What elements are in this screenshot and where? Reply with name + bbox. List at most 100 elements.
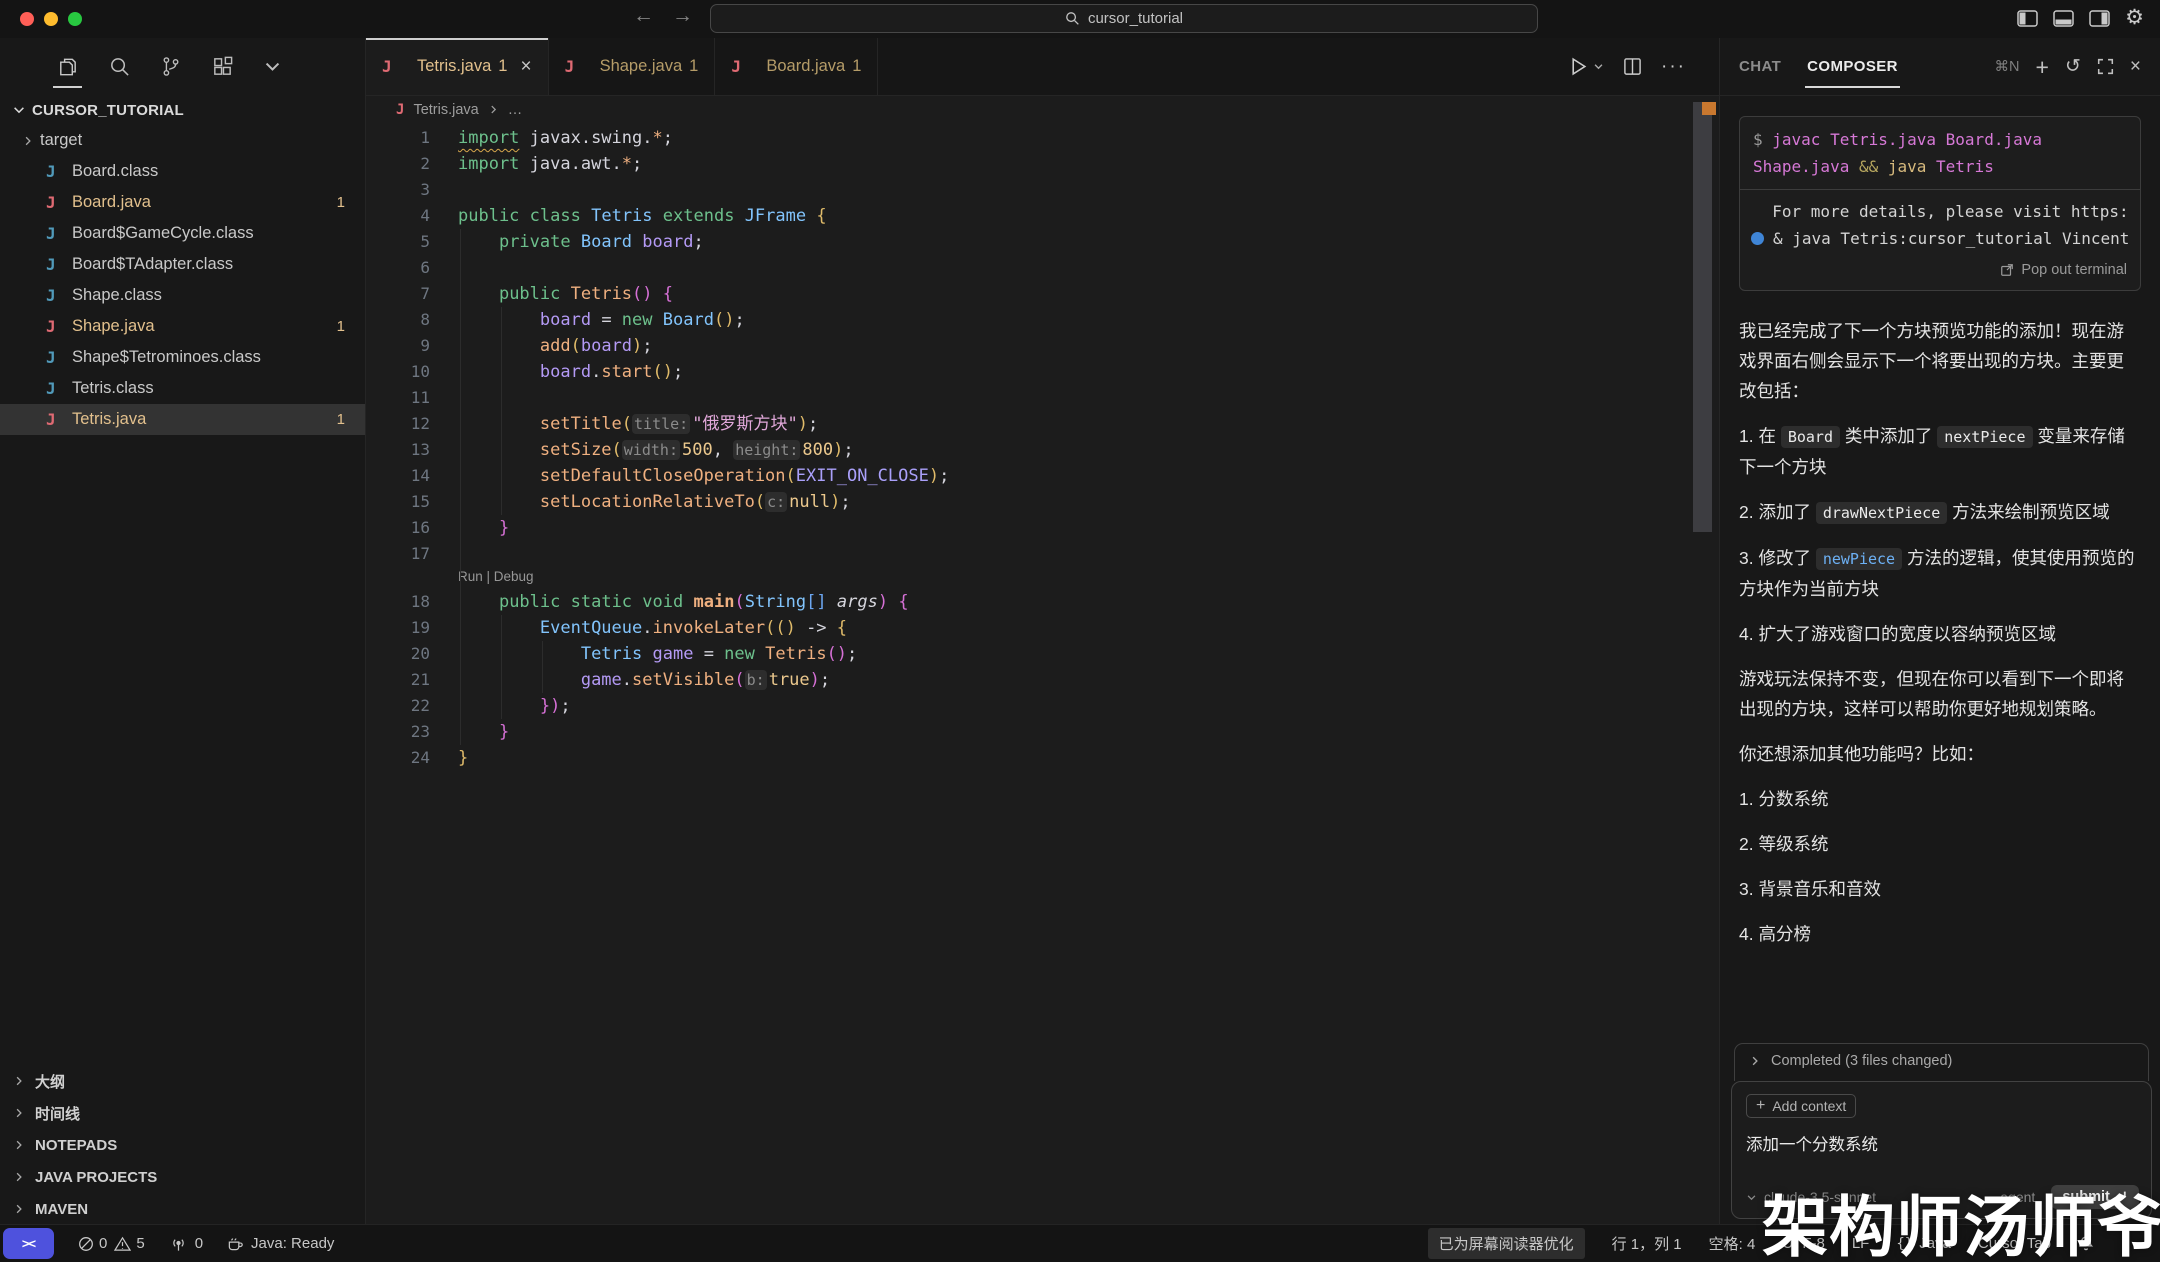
file-row-tetris-java[interactable]: JTetris.java1 <box>0 404 365 435</box>
breadcrumb-more[interactable]: … <box>508 102 523 118</box>
cursor-position[interactable]: 行 1，列 1 <box>1612 1233 1682 1254</box>
close-tab-icon[interactable]: × <box>520 56 531 78</box>
new-chat-icon[interactable]: + <box>2036 57 2049 77</box>
code-line[interactable]: 10 board.start(); <box>366 359 1720 385</box>
breadcrumb-file[interactable]: Tetris.java <box>413 102 478 118</box>
line-number: 1 <box>366 125 458 151</box>
code-line[interactable]: 11 <box>366 385 1720 411</box>
file-row-board-java[interactable]: JBoard.java1 <box>0 187 365 218</box>
code-line[interactable]: 18 public static void main(String[] args… <box>366 589 1720 615</box>
close-window-button[interactable] <box>20 12 34 26</box>
code-line[interactable]: 15 setLocationRelativeTo(c:null); <box>366 489 1720 515</box>
explorer-root[interactable]: CURSOR_TUTORIAL <box>0 95 365 125</box>
tab-modified-badge: 1 <box>852 57 861 76</box>
tab-modified-badge: 1 <box>689 57 698 76</box>
nav-forward-icon[interactable]: → <box>672 4 693 28</box>
code-line[interactable]: 14 setDefaultCloseOperation(EXIT_ON_CLOS… <box>366 463 1720 489</box>
line-number: 8 <box>366 307 458 333</box>
expand-panel-icon[interactable] <box>2097 58 2114 75</box>
code-line[interactable]: 22 }); <box>366 693 1720 719</box>
screen-reader-status[interactable]: 已为屏幕阅读器优化 <box>1428 1228 1585 1259</box>
indentation[interactable]: 空格: 4 <box>1709 1233 1756 1254</box>
sidebar-section-maven[interactable]: MAVEN <box>0 1193 365 1225</box>
source-control-icon[interactable] <box>160 55 182 78</box>
split-editor-icon[interactable] <box>1623 57 1642 76</box>
minimize-window-button[interactable] <box>44 12 58 26</box>
java-status[interactable]: Java: Ready <box>227 1235 334 1252</box>
codelens-run-debug[interactable]: Run | Debug <box>366 567 1720 589</box>
code-line[interactable]: 24} <box>366 745 1720 771</box>
code-line[interactable]: 23 } <box>366 719 1720 745</box>
code-line[interactable]: 9 add(board); <box>366 333 1720 359</box>
code-line[interactable]: 1import javax.swing.*; <box>366 125 1720 151</box>
code-line[interactable]: 5 private Board board; <box>366 229 1720 255</box>
breadcrumb[interactable]: J Tetris.java … <box>366 96 1720 123</box>
code-line[interactable]: 13 setSize(width:500, height:800); <box>366 437 1720 463</box>
sidebar-section-java-projects[interactable]: JAVA PROJECTS <box>0 1161 365 1193</box>
java-file-icon: J <box>46 193 72 212</box>
more-actions-icon[interactable]: ··· <box>1661 56 1686 78</box>
more-views-chevron-icon[interactable] <box>263 57 282 76</box>
tab-chat[interactable]: CHAT <box>1739 58 1781 75</box>
code-line[interactable]: 16 } <box>366 515 1720 541</box>
titlebar: ← → cursor_tutorial ⚙ <box>0 0 2160 38</box>
command-center-search[interactable]: cursor_tutorial <box>710 4 1538 33</box>
code-line[interactable]: 3 <box>366 177 1720 203</box>
close-panel-icon[interactable]: × <box>2130 56 2141 78</box>
code-link[interactable]: newPiece <box>1816 548 1902 570</box>
settings-gear-icon[interactable]: ⚙ <box>2125 7 2144 29</box>
code-line[interactable]: 19 EventQueue.invokeLater(() -> { <box>366 615 1720 641</box>
line-number: 7 <box>366 281 458 307</box>
completed-summary[interactable]: Completed (3 files changed) <box>1734 1043 2149 1081</box>
editor-scrollbar[interactable] <box>1693 102 1712 532</box>
code-line[interactable]: 4public class Tetris extends JFrame { <box>366 203 1720 229</box>
file-row-tetris-class[interactable]: JTetris.class <box>0 373 365 404</box>
file-row-board-gamecycle-class[interactable]: JBoard$GameCycle.class <box>0 218 365 249</box>
chat-paragraph: 3. 背景音乐和音效 <box>1739 874 2141 904</box>
code-line[interactable]: 20 Tetris game = new Tetris(); <box>366 641 1720 667</box>
extensions-icon[interactable] <box>211 55 234 78</box>
tab-shape-java[interactable]: JShape.java1 <box>549 38 716 95</box>
popout-terminal-link[interactable]: Pop out terminal <box>2021 262 2127 278</box>
tab-tetris-java[interactable]: JTetris.java1× <box>366 38 549 95</box>
toggle-right-sidebar-icon[interactable] <box>2089 10 2110 27</box>
new-composer-shortcut: ⌘N <box>1995 59 2020 75</box>
code-line[interactable]: 7 public Tetris() { <box>366 281 1720 307</box>
code-line[interactable]: 17 <box>366 541 1720 567</box>
code-line[interactable]: 2import java.awt.*; <box>366 151 1720 177</box>
sidebar-section-大纲[interactable]: 大纲 <box>0 1065 365 1097</box>
file-row-board-tadapter-class[interactable]: JBoard$TAdapter.class <box>0 249 365 280</box>
zoom-window-button[interactable] <box>68 12 82 26</box>
sidebar-section-notepads[interactable]: NOTEPADS <box>0 1129 365 1161</box>
inline-code: nextPiece <box>1937 426 2032 448</box>
run-button[interactable] <box>1570 57 1604 76</box>
file-row-shape-tetrominoes-class[interactable]: JShape$Tetrominoes.class <box>0 342 365 373</box>
code-line[interactable]: 8 board = new Board(); <box>366 307 1720 333</box>
composer-input-value[interactable]: 添加一个分数系统 <box>1746 1131 2137 1155</box>
add-context-button[interactable]: + Add context <box>1746 1094 1856 1118</box>
file-row-shape-class[interactable]: JShape.class <box>0 280 365 311</box>
file-row-board-class[interactable]: JBoard.class <box>0 156 365 187</box>
toggle-panel-icon[interactable] <box>2053 10 2074 27</box>
file-row-target[interactable]: target <box>0 125 365 156</box>
code-line[interactable]: 12 setTitle(title:"俄罗斯方块"); <box>366 411 1720 437</box>
search-panel-icon[interactable] <box>108 55 131 78</box>
tab-composer[interactable]: COMPOSER <box>1807 58 1898 75</box>
ports-indicator[interactable]: 0 <box>169 1235 203 1252</box>
code-line[interactable]: 21 game.setVisible(b:true); <box>366 667 1720 693</box>
sidebar-section-时间线[interactable]: 时间线 <box>0 1097 365 1129</box>
problems-indicator[interactable]: 0 5 <box>78 1235 145 1252</box>
code-area[interactable]: 1import javax.swing.*;2import java.awt.*… <box>366 123 1720 771</box>
tab-board-java[interactable]: JBoard.java1 <box>715 38 878 95</box>
toggle-left-sidebar-icon[interactable] <box>2017 10 2038 27</box>
line-number: 6 <box>366 255 458 281</box>
ports-count: 0 <box>195 1235 203 1252</box>
explorer-icon[interactable] <box>56 55 79 79</box>
remote-indicator[interactable]: >< <box>3 1228 54 1259</box>
sidebar-sections: 大纲时间线NOTEPADSJAVA PROJECTSMAVEN <box>0 1065 365 1225</box>
nav-back-icon[interactable]: ← <box>633 4 654 28</box>
code-line[interactable]: 6 <box>366 255 1720 281</box>
file-row-shape-java[interactable]: JShape.java1 <box>0 311 365 342</box>
explorer-root-label: CURSOR_TUTORIAL <box>32 102 184 119</box>
history-icon[interactable]: ↺ <box>2065 55 2081 78</box>
